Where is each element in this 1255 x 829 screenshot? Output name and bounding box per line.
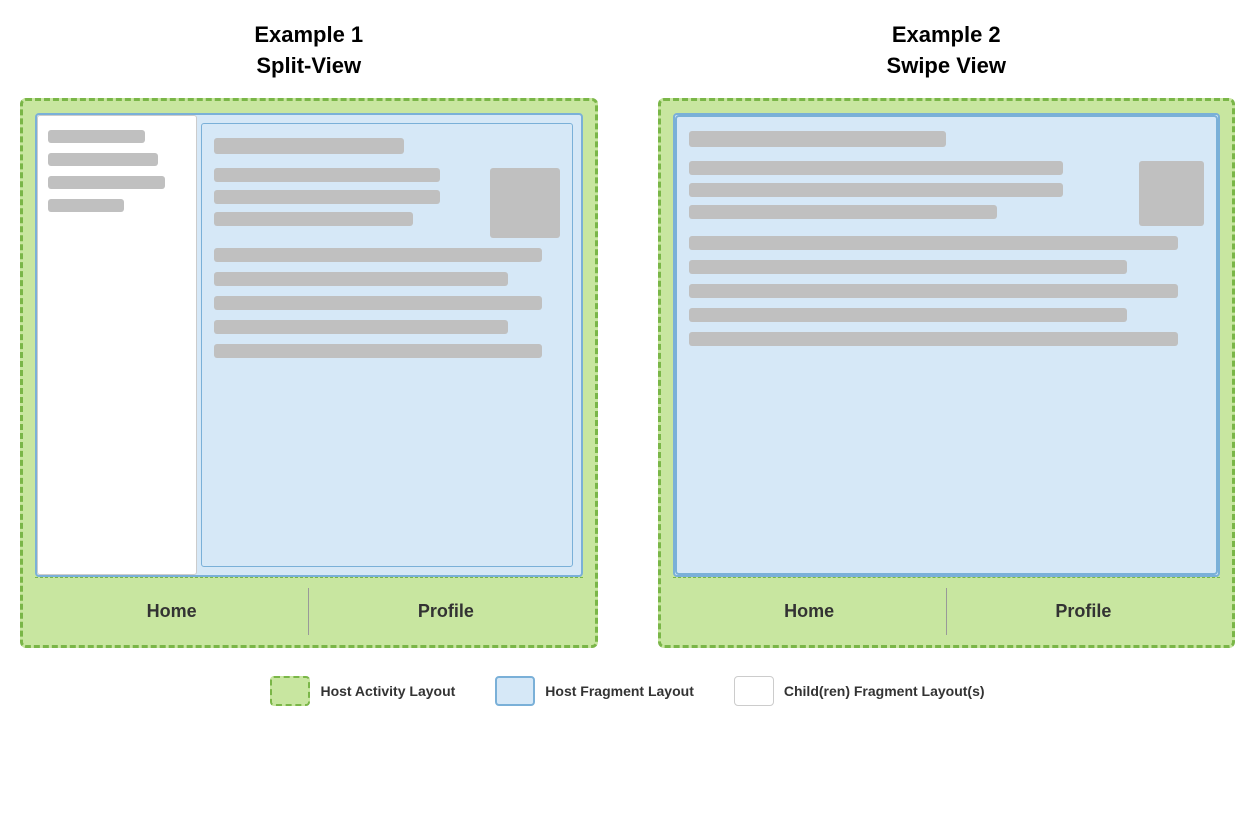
split-left-panel [37,115,197,575]
content-bar-3 [214,212,413,226]
split-right-image [490,168,560,238]
main-container: Example 1 Split-View [20,20,1235,648]
content-bar-1 [214,168,440,182]
legend-label-3: Child(ren) Fragment Layout(s) [784,683,985,699]
swipe-view-layout [675,115,1219,575]
legend: Host Activity Layout Host Fragment Layou… [270,676,984,706]
swipe-bar-8 [689,332,1179,346]
legend-box-blue [495,676,535,706]
swipe-image [1139,161,1204,226]
example2-nav-home[interactable]: Home [673,578,946,645]
legend-box-white [734,676,774,706]
example1-section: Example 1 Split-View [20,20,598,648]
swipe-content-area: ◁ ▷ [675,115,1219,575]
split-right-title [214,138,404,154]
example2-nav-bar: Home Profile [673,577,1221,645]
swipe-bar-5 [689,260,1127,274]
swipe-text [689,161,1130,219]
swipe-bar-6 [689,284,1179,298]
legend-box-green [270,676,310,706]
swipe-bar-1 [689,161,1063,175]
legend-item-2: Host Fragment Layout [495,676,694,706]
example1-nav-profile[interactable]: Profile [309,578,582,645]
content-bar-6 [214,296,542,310]
content-bar-8 [214,344,542,358]
legend-label-1: Host Activity Layout [320,683,455,699]
sidebar-bar-3 [48,176,165,189]
sidebar-bar-2 [48,153,158,166]
content-bar-2 [214,190,440,204]
swipe-bar-7 [689,308,1127,322]
example1-nav-bar: Home Profile [35,577,583,645]
split-right-text [214,168,480,226]
example2-section: Example 2 Swipe View [658,20,1236,648]
example1-host-fragment [35,113,583,577]
legend-item-1: Host Activity Layout [270,676,455,706]
example1-title: Example 1 Split-View [254,20,363,82]
example2-host-activity: ◁ ▷ Home Profile [658,98,1236,648]
swipe-bar-4 [689,236,1179,250]
swipe-bar-2 [689,183,1063,197]
content-bar-4 [214,248,542,262]
split-right-panel [201,123,573,567]
example2-nav-profile[interactable]: Profile [947,578,1220,645]
sidebar-bar-1 [48,130,145,143]
split-right-content-row [214,168,560,238]
swipe-title [689,131,947,147]
example1-host-activity: Home Profile [20,98,598,648]
split-view-layout [37,115,581,575]
content-bar-5 [214,272,508,286]
content-bar-7 [214,320,508,334]
swipe-bar-3 [689,205,997,219]
swipe-content-row [689,161,1205,226]
sidebar-bar-4 [48,199,124,212]
example2-host-fragment: ◁ ▷ [673,113,1221,577]
legend-label-2: Host Fragment Layout [545,683,694,699]
legend-item-3: Child(ren) Fragment Layout(s) [734,676,985,706]
example2-title: Example 2 Swipe View [887,20,1006,82]
example1-nav-home[interactable]: Home [35,578,308,645]
